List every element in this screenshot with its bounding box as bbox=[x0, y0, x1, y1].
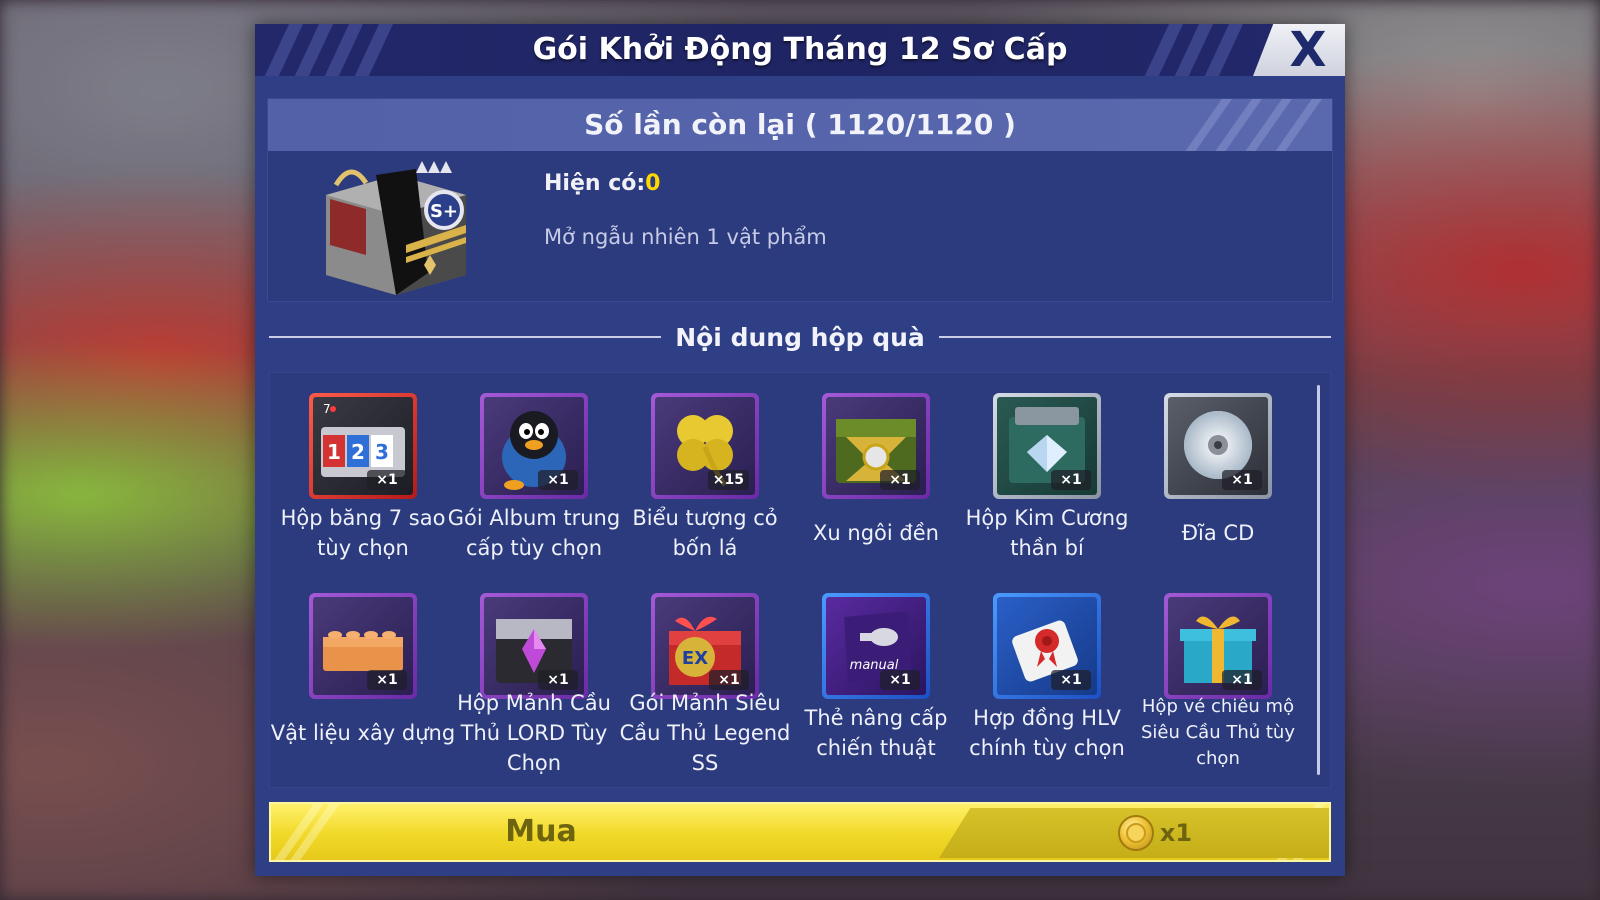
list-item[interactable]: 1 2 3 7 ×1 Hộp băng 7 sao tùy chọn bbox=[276, 373, 450, 573]
price-quantity: x1 bbox=[1159, 819, 1193, 847]
pack-info-panel: Số lần còn lại ( 1120/1120 ) S+ Hiện có:… bbox=[267, 98, 1333, 302]
owned-value: 0 bbox=[645, 171, 661, 196]
title-bar: Gói Khởi Động Tháng 12 Sơ Cấp X bbox=[255, 24, 1345, 76]
item-name: Hộp Kim Cương thần bí bbox=[965, 506, 1129, 560]
item-name: Thẻ nâng cấp chiến thuật bbox=[804, 706, 948, 760]
item-frame: ×1 bbox=[1164, 593, 1272, 699]
whistle-card-icon: manual ×1 bbox=[826, 597, 926, 695]
buy-button[interactable]: Mua x1 bbox=[269, 802, 1331, 862]
item-frame: ×1 bbox=[480, 593, 588, 699]
list-item[interactable]: ×1 Hộp Kim Cương thần bí bbox=[960, 373, 1134, 573]
svg-text:EX: EX bbox=[682, 648, 708, 669]
item-quantity: ×1 bbox=[538, 470, 578, 490]
contents-scrollbar[interactable] bbox=[1317, 385, 1320, 775]
item-frame: ×15 bbox=[651, 393, 759, 499]
item-quantity: ×1 bbox=[880, 670, 920, 690]
item-quantity: ×1 bbox=[538, 670, 578, 690]
pack-description: Mở ngẫu nhiên 1 vật phẩm bbox=[544, 225, 827, 249]
item-quantity: ×1 bbox=[1222, 670, 1262, 690]
item-quantity: ×15 bbox=[707, 470, 749, 490]
remaining-count-bar: Số lần còn lại ( 1120/1120 ) bbox=[268, 99, 1332, 151]
crystal-chest-icon: ×1 bbox=[484, 597, 584, 695]
item-quantity: ×1 bbox=[880, 470, 920, 490]
temple-chest-icon: ×1 bbox=[826, 397, 926, 495]
item-frame: ×1 bbox=[1164, 393, 1272, 499]
list-item[interactable]: ×1 Vật liệu xây dựng bbox=[271, 573, 455, 773]
cd-disc-icon: ×1 bbox=[1168, 397, 1268, 495]
list-item[interactable]: ×1 Hợp đồng HLV chính tùy chọn bbox=[960, 573, 1134, 773]
heading-divider-left bbox=[269, 336, 662, 338]
item-quantity: ×1 bbox=[1051, 470, 1091, 490]
dialog-title: Gói Khởi Động Tháng 12 Sơ Cấp bbox=[532, 32, 1068, 67]
svg-text:S+: S+ bbox=[430, 201, 458, 222]
list-item[interactable]: ×1 Xu ngôi đền bbox=[789, 373, 963, 573]
svg-text:3: 3 bbox=[375, 440, 389, 464]
item-quantity: ×1 bbox=[709, 670, 749, 690]
item-quantity: ×1 bbox=[367, 470, 407, 490]
item-quantity: ×1 bbox=[1051, 670, 1091, 690]
tape-box-icon: 1 2 3 7 ×1 bbox=[313, 397, 413, 495]
lego-brick-icon: ×1 bbox=[313, 597, 413, 695]
list-item[interactable]: ×1 Đĩa CD bbox=[1131, 373, 1305, 573]
heading-divider-right bbox=[938, 336, 1332, 338]
list-item[interactable]: ×1 Hộp Mảnh Cầu Thủ LORD Tùy Chọn bbox=[447, 573, 621, 775]
contents-heading: Nội dung hộp quà bbox=[269, 320, 1332, 354]
svg-text:1: 1 bbox=[327, 440, 341, 464]
list-item[interactable]: ×1 Hộp vé chiêu mộ Siêu Cầu Thủ tùy chọn bbox=[1131, 573, 1305, 773]
list-item[interactable]: ×1 Gói Album trung cấp tùy chọn bbox=[447, 373, 621, 573]
list-item[interactable]: EX ×1 Gói Mảnh Siêu Cầu Thủ Legend SS bbox=[618, 573, 792, 775]
svg-text:2: 2 bbox=[351, 440, 365, 464]
item-name: Biểu tượng cỏ bốn lá bbox=[632, 506, 778, 560]
close-icon: X bbox=[1289, 24, 1327, 76]
four-leaf-clover-icon: ×15 bbox=[655, 397, 755, 495]
item-frame: ×1 bbox=[309, 593, 417, 699]
list-item[interactable]: manual ×1 Thẻ nâng cấp chiến thuật bbox=[789, 573, 963, 773]
buy-label: Mua bbox=[505, 814, 577, 849]
item-name: Đĩa CD bbox=[1181, 521, 1255, 545]
item-name: Hộp Mảnh Cầu Thủ LORD Tùy Chọn bbox=[457, 691, 611, 775]
gift-pack-dialog: Gói Khởi Động Tháng 12 Sơ Cấp X Số lần c… bbox=[255, 24, 1345, 876]
item-frame: EX ×1 bbox=[651, 593, 759, 699]
owned-count: Hiện có:0 bbox=[544, 171, 660, 196]
diamond-box-icon: ×1 bbox=[997, 397, 1097, 495]
remaining-count-text: Số lần còn lại ( 1120/1120 ) bbox=[584, 108, 1016, 141]
item-name: Gói Album trung cấp tùy chọn bbox=[447, 506, 621, 560]
item-name: Gói Mảnh Siêu Cầu Thủ Legend SS bbox=[619, 691, 791, 775]
item-name: Hộp vé chiêu mộ Siêu Cầu Thủ tùy chọn bbox=[1140, 696, 1295, 769]
item-frame: ×1 bbox=[480, 393, 588, 499]
item-quantity: ×1 bbox=[367, 670, 407, 690]
item-name: Hộp băng 7 sao tùy chọn bbox=[280, 506, 446, 560]
svg-text:7: 7 bbox=[323, 402, 331, 416]
owned-label: Hiện có: bbox=[544, 171, 646, 196]
gift-pack-box-icon: S+ bbox=[326, 161, 466, 295]
item-frame: manual ×1 bbox=[822, 593, 930, 699]
item-frame: ×1 bbox=[822, 393, 930, 499]
list-item[interactable]: ×15 Biểu tượng cỏ bốn lá bbox=[618, 373, 792, 573]
item-frame: ×1 bbox=[993, 593, 1101, 699]
penguin-backpack-icon: ×1 bbox=[484, 397, 584, 495]
item-frame: 1 2 3 7 ×1 bbox=[309, 393, 417, 499]
item-name: Hợp đồng HLV chính tùy chọn bbox=[969, 706, 1125, 760]
contents-heading-label: Nội dung hộp quà bbox=[675, 322, 925, 352]
item-name: Xu ngôi đền bbox=[813, 521, 939, 545]
coin-icon bbox=[1117, 815, 1154, 851]
item-name: Vật liệu xây dựng bbox=[270, 721, 456, 745]
gift-box-icon: ×1 bbox=[1168, 597, 1268, 695]
contents-grid: 1 2 3 7 ×1 Hộp băng 7 sao tùy chọn ×1 Gó… bbox=[269, 372, 1331, 788]
scroll-contract-icon: ×1 bbox=[997, 597, 1097, 695]
price-section: x1 bbox=[939, 808, 1329, 858]
ex-gift-box-icon: EX ×1 bbox=[655, 597, 755, 695]
item-frame: ×1 bbox=[993, 393, 1101, 499]
item-quantity: ×1 bbox=[1222, 470, 1262, 490]
